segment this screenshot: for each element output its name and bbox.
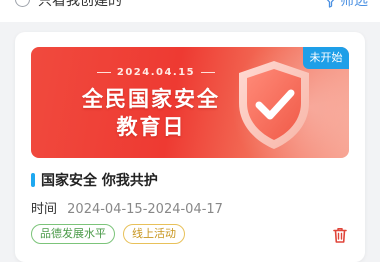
time-value: 2024-04-15-2024-04-17 [67,202,223,217]
filter-button[interactable]: 筛选 [324,0,368,9]
banner-title-line2: 教育日 [116,115,186,139]
filter-icon [327,0,334,8]
tag-activity-type: 线上活动 [123,224,185,244]
shield-check-icon [239,61,309,149]
event-title: 国家安全 你我共护 [41,173,158,189]
filter-button-label: 筛选 [340,0,368,9]
status-badge: 未开始 [303,47,349,69]
time-label: 时间 [31,202,58,217]
title-accent-bar [31,173,35,187]
event-time-row: 时间 2024-04-15-2024-04-17 [31,198,223,217]
banner-date: 2024.04.15 [81,67,231,78]
activity-banner: 2024.04.15 全民国家安全 教育日 未开始 [31,47,349,158]
tags-row: 品德发展水平 线上活动 [31,224,193,244]
only-mine-checkbox[interactable] [15,0,30,7]
tag-evaluation-dimension: 品德发展水平 [31,224,115,244]
banner-title-line1: 全民国家安全 [82,87,220,111]
activity-card[interactable]: 2024.04.15 全民国家安全 教育日 未开始 国家安全 你我共护 时间 2… [15,32,365,262]
event-title-row: 国家安全 你我共护 [31,170,158,190]
filter-bar: 只看我创建的 筛选 [0,0,380,22]
only-mine-label[interactable]: 只看我创建的 [38,0,122,9]
trash-icon[interactable] [331,226,349,244]
